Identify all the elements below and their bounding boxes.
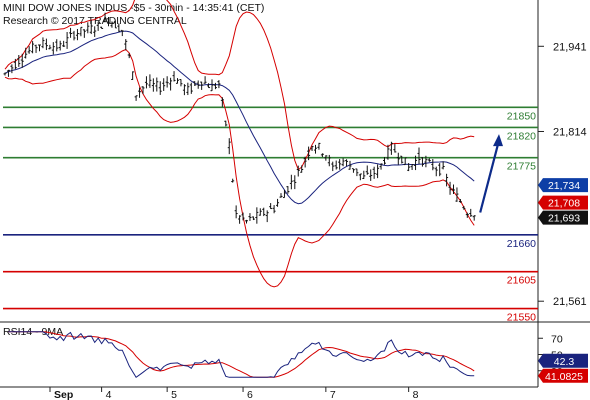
time-tick-label: 7 bbox=[330, 389, 336, 400]
price-chart: MINI DOW JONES INDUS.-$5 - 30min - 14:35… bbox=[0, 0, 590, 400]
price-badge-label: 21,693 bbox=[548, 213, 580, 225]
time-tick-label: 5 bbox=[171, 389, 177, 400]
level-label-21605: 21605 bbox=[507, 275, 536, 287]
rsi-level-label: 70 bbox=[551, 333, 563, 345]
level-label-21820: 21820 bbox=[507, 130, 536, 142]
price-badge-label: 21,708 bbox=[548, 198, 580, 210]
time-tick-label: 8 bbox=[413, 389, 419, 400]
time-tick-label: 4 bbox=[106, 389, 112, 400]
price-tick-label: 21,561 bbox=[553, 296, 587, 308]
price-tick-label: 21,814 bbox=[553, 126, 587, 138]
level-label-21550: 21550 bbox=[507, 312, 536, 324]
time-tick-label: 6 bbox=[247, 389, 253, 400]
chart-background bbox=[0, 0, 590, 400]
time-tick-label: Sep bbox=[54, 389, 73, 400]
level-label-21775: 21775 bbox=[507, 161, 536, 173]
rsi-badge-label: 41.0825 bbox=[545, 371, 583, 383]
level-label-21850: 21850 bbox=[507, 110, 536, 122]
price-tick-label: 21,941 bbox=[553, 41, 587, 53]
level-label-21660: 21660 bbox=[507, 238, 536, 250]
price-badge-label: 21,734 bbox=[548, 180, 580, 192]
rsi-badge-label: 42.3 bbox=[554, 356, 575, 368]
price-badges: 21,734 21,708 21,693 bbox=[538, 178, 588, 225]
chart-subtitle: Research © 2017 TRADING CENTRAL bbox=[3, 15, 187, 27]
